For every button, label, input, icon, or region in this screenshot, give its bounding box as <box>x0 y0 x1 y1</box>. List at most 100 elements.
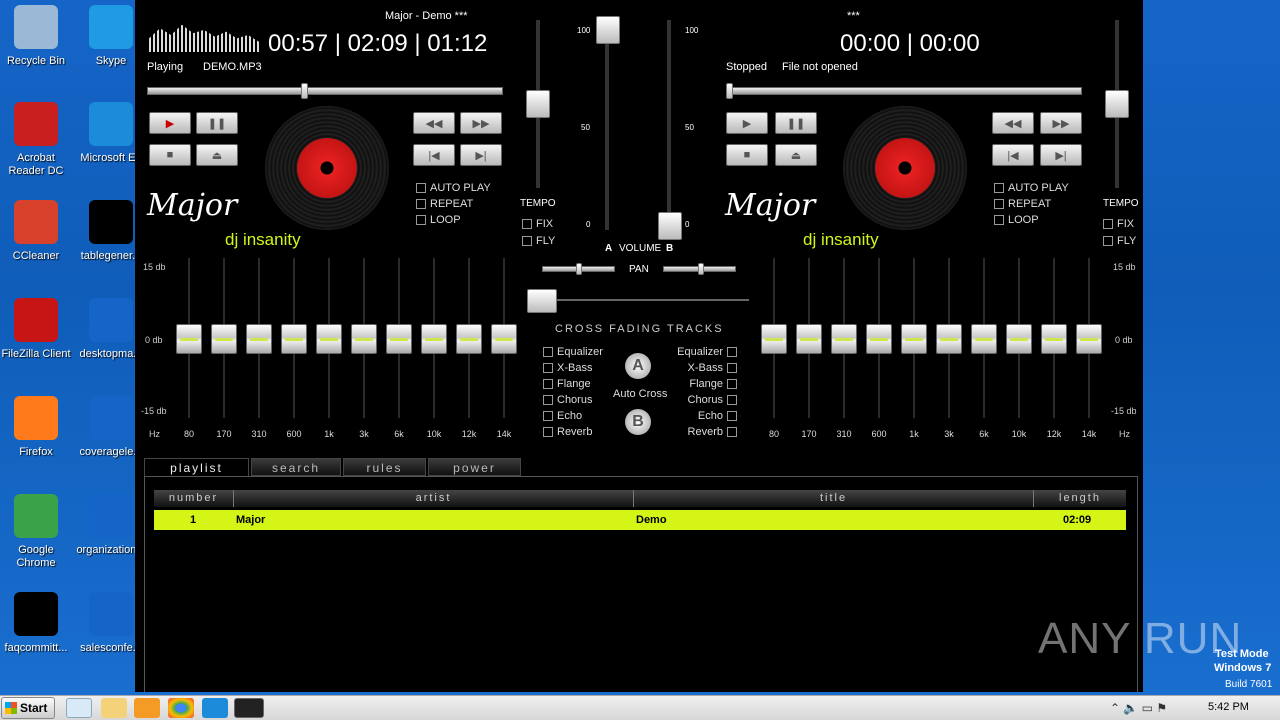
deck-a-eq-slider[interactable] <box>210 258 238 418</box>
desktop-icon[interactable]: Firefox <box>0 396 72 459</box>
deck-a-stop-button[interactable]: ■ <box>149 144 191 166</box>
deck-a-eq-slider[interactable] <box>315 258 343 418</box>
tab-search[interactable]: search <box>251 458 341 476</box>
deck-a-eq-slider[interactable] <box>420 258 448 418</box>
deck-a-eq-slider[interactable] <box>350 258 378 418</box>
deck-a-effect-0[interactable]: Equalizer <box>543 346 603 358</box>
ie-taskbar-icon[interactable] <box>66 698 92 718</box>
deck-b-effect-5[interactable]: Reverb <box>688 426 737 438</box>
dj-app-taskbar-icon[interactable] <box>234 698 264 718</box>
deck-a-position-slider[interactable] <box>147 87 503 95</box>
deck-a-repeat-checkbox[interactable]: REPEAT <box>416 198 473 210</box>
deck-b-rewind-button[interactable]: ◀◀ <box>992 112 1034 134</box>
deck-a-effect-5[interactable]: Reverb <box>543 426 592 438</box>
deck-b-position-slider[interactable] <box>726 87 1082 95</box>
deck-b-eq-slider[interactable] <box>900 258 928 418</box>
deck-b-eq-slider[interactable] <box>1075 258 1103 418</box>
deck-a-forward-button[interactable]: ▶▶ <box>460 112 502 134</box>
media-player-taskbar-icon[interactable] <box>134 698 160 718</box>
deck-a-eq-slider[interactable] <box>245 258 273 418</box>
header-number[interactable]: number <box>154 490 234 507</box>
explorer-taskbar-icon[interactable] <box>101 698 127 718</box>
deck-a-effect-1[interactable]: X-Bass <box>543 362 592 374</box>
table-row[interactable]: 1 Major Demo 02:09 <box>154 510 1126 530</box>
deck-b-pause-button[interactable]: ❚❚ <box>775 112 817 134</box>
deck-b-loop-checkbox[interactable]: LOOP <box>994 214 1039 226</box>
deck-b-next-button[interactable]: ▶| <box>1040 144 1082 166</box>
desktop-icon[interactable]: faqcommitt... <box>0 592 72 655</box>
pan-a-knob[interactable] <box>576 263 582 275</box>
deck-b-effect-2[interactable]: Flange <box>689 378 737 390</box>
deck-a-effect-4[interactable]: Echo <box>543 410 582 422</box>
deck-a-next-button[interactable]: ▶| <box>460 144 502 166</box>
deck-b-play-button[interactable]: ▶ <box>726 112 768 134</box>
deck-a-effect-2[interactable]: Flange <box>543 378 591 390</box>
start-button[interactable]: Start <box>1 697 55 719</box>
deck-a-eq-slider[interactable] <box>385 258 413 418</box>
tab-power[interactable]: power <box>428 458 521 476</box>
auto-cross-a-button[interactable]: A <box>625 353 651 379</box>
clock[interactable]: 5:42 PM <box>1208 701 1249 713</box>
deck-b-eq-slider[interactable] <box>760 258 788 418</box>
volume-b-knob[interactable] <box>658 212 682 240</box>
deck-b-eq-slider[interactable] <box>865 258 893 418</box>
chrome-taskbar-icon[interactable] <box>168 698 194 718</box>
deck-a-pause-button[interactable]: ❚❚ <box>196 112 238 134</box>
tab-playlist[interactable]: playlist <box>144 458 249 476</box>
deck-a-position-knob[interactable] <box>300 83 308 99</box>
deck-b-effect-1[interactable]: X-Bass <box>688 362 737 374</box>
deck-b-eq-slider[interactable] <box>830 258 858 418</box>
deck-a-play-button[interactable]: ▶ <box>149 112 191 134</box>
deck-b-eject-button[interactable]: ⏏ <box>775 144 817 166</box>
deck-a-rewind-button[interactable]: ◀◀ <box>413 112 455 134</box>
desktop-icon[interactable]: Acrobat Reader DC <box>0 102 72 178</box>
crossfader-track[interactable] <box>527 299 749 301</box>
deck-a-fly-checkbox[interactable]: FLY <box>522 235 555 247</box>
deck-b-eq-slider[interactable] <box>970 258 998 418</box>
deck-b-prev-button[interactable]: |◀ <box>992 144 1034 166</box>
deck-a-eject-button[interactable]: ⏏ <box>196 144 238 166</box>
deck-b-stop-button[interactable]: ■ <box>726 144 768 166</box>
deck-b-effect-4[interactable]: Echo <box>698 410 737 422</box>
deck-a-tempo-knob[interactable] <box>526 90 550 118</box>
deck-b-position-knob[interactable] <box>726 83 733 99</box>
tray-icons[interactable]: ⌃ 🔈 ▭ ⚑ <box>1110 701 1167 715</box>
deck-a-loop-checkbox[interactable]: LOOP <box>416 214 461 226</box>
deck-a-eq-slider[interactable] <box>280 258 308 418</box>
deck-b-eq-slider[interactable] <box>795 258 823 418</box>
deck-a-fix-checkbox[interactable]: FIX <box>522 218 553 230</box>
deck-b-forward-button[interactable]: ▶▶ <box>1040 112 1082 134</box>
tab-rules[interactable]: rules <box>343 458 426 476</box>
fast-forward-icon: ▶▶ <box>1052 117 1070 130</box>
deck-b-autoplay-checkbox[interactable]: AUTO PLAY <box>994 182 1069 194</box>
auto-cross-b-button[interactable]: B <box>625 409 651 435</box>
pan-b-knob[interactable] <box>698 263 704 275</box>
desktop-icon[interactable]: Recycle Bin <box>0 5 72 68</box>
deck-b-eq-slider[interactable] <box>1005 258 1033 418</box>
deck-a-prev-button[interactable]: |◀ <box>413 144 455 166</box>
volume-a-track[interactable] <box>605 20 609 230</box>
deck-a-eq-slider[interactable] <box>490 258 518 418</box>
header-title[interactable]: title <box>634 490 1034 507</box>
crossfader-knob[interactable] <box>527 289 557 313</box>
header-artist[interactable]: artist <box>234 490 634 507</box>
deck-b-eq-slider[interactable] <box>1040 258 1068 418</box>
deck-b-repeat-checkbox[interactable]: REPEAT <box>994 198 1051 210</box>
volume-a-knob[interactable] <box>596 16 620 44</box>
deck-b-fly-checkbox[interactable]: FLY <box>1103 235 1136 247</box>
deck-b-effect-0[interactable]: Equalizer <box>677 346 737 358</box>
deck-b-fix-checkbox[interactable]: FIX <box>1103 218 1134 230</box>
desktop-icon[interactable]: CCleaner <box>0 200 72 263</box>
deck-b-effect-3[interactable]: Chorus <box>688 394 737 406</box>
deck-b-tempo-knob[interactable] <box>1105 90 1129 118</box>
deck-b-eq-slider[interactable] <box>935 258 963 418</box>
desktop-icon[interactable]: FileZilla Client <box>0 298 72 361</box>
deck-a-effect-3[interactable]: Chorus <box>543 394 592 406</box>
deck-a-autoplay-checkbox[interactable]: AUTO PLAY <box>416 182 491 194</box>
deck-a-eq-slider[interactable] <box>455 258 483 418</box>
volume-b-track[interactable] <box>667 20 671 230</box>
deck-a-eq-slider[interactable] <box>175 258 203 418</box>
edge-taskbar-icon[interactable] <box>202 698 228 718</box>
header-length[interactable]: length <box>1034 490 1126 507</box>
desktop-icon[interactable]: Google Chrome <box>0 494 72 570</box>
